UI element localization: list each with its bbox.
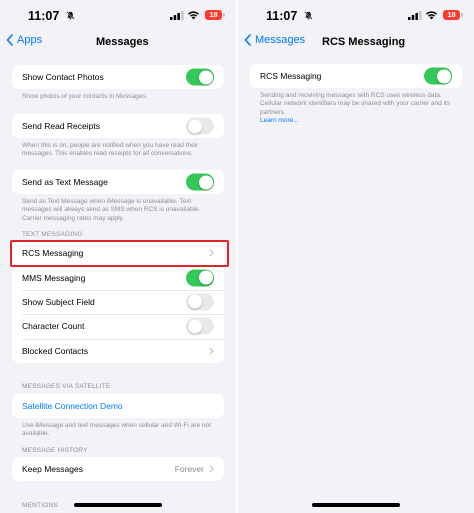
wifi-icon <box>188 11 199 20</box>
chevron-right-icon <box>209 465 214 473</box>
contact-photos-group: Show Contact Photos <box>12 65 224 90</box>
blocked-contacts-row[interactable]: Blocked Contacts <box>12 338 224 363</box>
bell-slash-icon <box>66 11 75 20</box>
character-count-row: Character Count <box>12 314 224 338</box>
status-time: 11:07 <box>266 9 298 23</box>
show-contact-photos-row: Show Contact Photos <box>12 65 224 89</box>
rcs-messaging-footnote: Sending and receiving messages with RCS … <box>260 92 458 126</box>
blocked-contacts-label: Blocked Contacts <box>22 345 89 356</box>
cellular-signal-icon <box>170 11 184 20</box>
back-button-label: Apps <box>17 34 43 46</box>
status-bar: 11:07 18 <box>0 0 236 30</box>
send-read-receipts-footnote: When this is on, people are notified whe… <box>22 142 199 158</box>
messages-settings-screen: 11:07 18 Apps Messages Show Contact Phot… <box>0 0 236 513</box>
satellite-group: Satellite Connection Demo <box>12 394 224 419</box>
send-as-text-toggle[interactable] <box>186 173 214 191</box>
show-contact-photos-label: Show Contact Photos <box>22 72 104 83</box>
chevron-right-icon <box>209 249 214 257</box>
back-button-label: Messages <box>255 34 306 46</box>
rcs-messaging-row: RCS Messaging <box>250 64 462 88</box>
navigation-bar: Apps Messages <box>0 30 236 54</box>
satellite-connection-demo-row[interactable]: Satellite Connection Demo <box>12 394 224 418</box>
navigation-bar: Messages RCS Messaging <box>238 30 474 54</box>
send-read-receipts-label: Send Read Receipts <box>22 121 100 132</box>
message-history-group: Keep Messages Forever <box>12 457 224 482</box>
send-as-text-group: Send as Text Message <box>12 170 224 195</box>
send-as-text-label: Send as Text Message <box>22 177 108 188</box>
message-history-header: MESSAGE HISTORY <box>22 447 88 454</box>
battery-icon: 18 <box>443 10 463 20</box>
chevron-right-icon <box>209 347 214 355</box>
mms-messaging-toggle[interactable] <box>186 269 214 287</box>
chevron-left-icon <box>244 34 251 46</box>
rcs-messaging-label: RCS Messaging <box>22 248 84 259</box>
show-contact-photos-toggle[interactable] <box>186 68 214 86</box>
rcs-messaging-label: RCS Messaging <box>260 71 322 82</box>
rcs-messaging-screen: 11:07 18 Messages RCS Messaging RCS Mess… <box>238 0 474 513</box>
cellular-signal-icon <box>408 11 422 20</box>
home-indicator <box>312 503 400 507</box>
character-count-toggle[interactable] <box>186 317 214 335</box>
rcs-messaging-row[interactable]: RCS Messaging <box>12 241 224 265</box>
learn-more-link[interactable]: Learn more... <box>260 117 458 125</box>
keep-messages-label: Keep Messages <box>22 464 83 475</box>
messages-via-satellite-header: MESSAGES VIA SATELLITE <box>22 383 111 390</box>
status-bar: 11:07 18 <box>238 0 474 30</box>
mentions-header: MENTIONS <box>22 502 58 509</box>
read-receipts-group: Send Read Receipts <box>12 114 224 139</box>
show-subject-field-label: Show Subject Field <box>22 296 95 307</box>
battery-icon: 18 <box>205 10 225 20</box>
rcs-footnote-text: Sending and receiving messages with RCS … <box>260 92 451 116</box>
character-count-label: Character Count <box>22 321 85 332</box>
send-read-receipts-toggle[interactable] <box>186 117 214 135</box>
mms-messaging-label: MMS Messaging <box>22 272 86 283</box>
show-subject-field-row: Show Subject Field <box>12 289 224 314</box>
battery-level: 18 <box>447 10 456 19</box>
page-title: Messages <box>96 36 149 48</box>
battery-level: 18 <box>209 10 218 19</box>
keep-messages-value: Forever <box>174 464 204 475</box>
page-title: RCS Messaging <box>322 36 406 48</box>
show-contact-photos-footnote: Show photos of your contacts in Messages… <box>22 93 148 100</box>
rcs-messaging-group: RCS Messaging <box>250 64 462 89</box>
text-messaging-header: TEXT MESSAGING <box>22 231 83 238</box>
send-as-text-footnote: Send as Text Message when iMessage is un… <box>22 198 201 222</box>
home-indicator <box>74 503 162 507</box>
status-time: 11:07 <box>28 9 60 23</box>
rcs-messaging-toggle[interactable] <box>424 67 452 85</box>
back-to-apps-button[interactable]: Apps <box>6 34 42 46</box>
satellite-footnote: Use iMessage and text messages when cell… <box>22 422 211 438</box>
keep-messages-row[interactable]: Keep Messages Forever <box>12 457 224 481</box>
text-messaging-group: RCS Messaging MMS Messaging Show Subject… <box>12 241 224 363</box>
bell-slash-icon <box>304 11 313 20</box>
back-to-messages-button[interactable]: Messages <box>244 34 305 46</box>
satellite-connection-demo-link[interactable]: Satellite Connection Demo <box>22 401 123 411</box>
send-read-receipts-row: Send Read Receipts <box>12 114 224 138</box>
chevron-left-icon <box>6 34 13 46</box>
mms-messaging-row: MMS Messaging <box>12 265 224 289</box>
wifi-icon <box>426 11 437 20</box>
send-as-text-row: Send as Text Message <box>12 170 224 194</box>
show-subject-field-toggle[interactable] <box>186 293 214 311</box>
